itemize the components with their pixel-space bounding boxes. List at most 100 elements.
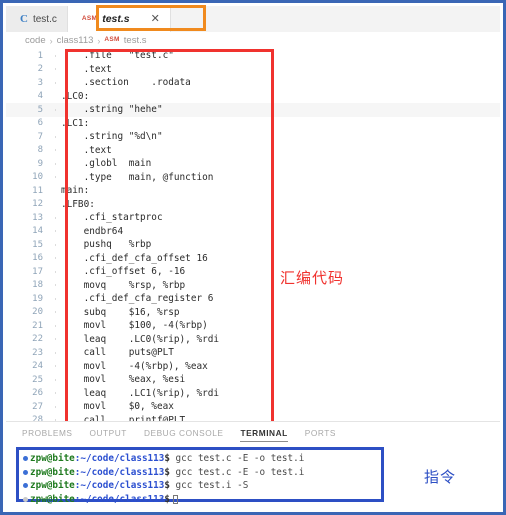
line-number: 27 bbox=[32, 401, 43, 412]
panel-tab-debug-console[interactable]: DEBUG CONSOLE bbox=[144, 428, 224, 441]
code-line[interactable]: 19 .cfi_def_cfa_register 6 bbox=[6, 292, 500, 306]
tab-test-c[interactable]: C test.c bbox=[6, 6, 68, 32]
panel-tab-problems[interactable]: PROBLEMS bbox=[22, 428, 73, 441]
code-line[interactable]: 8 .text bbox=[6, 144, 500, 158]
terminal-prompt: $ bbox=[164, 493, 170, 505]
terminal-path: :~/code/class113 bbox=[74, 493, 165, 505]
terminal-output[interactable]: zpw@bite:~/code/class113 $ gcc test.c -E … bbox=[16, 447, 384, 505]
tab-label: test.c bbox=[32, 13, 57, 25]
line-number: 26 bbox=[32, 388, 43, 399]
command-marker-icon bbox=[21, 469, 30, 475]
code-line[interactable]: 23 call puts@PLT bbox=[6, 346, 500, 360]
code-line[interactable]: 17 .cfi_offset 6, -16 bbox=[6, 265, 500, 279]
line-number: 5 bbox=[37, 104, 43, 115]
panel-tab-terminal[interactable]: TERMINAL bbox=[240, 428, 288, 442]
line-number: 11 bbox=[32, 185, 43, 196]
breadcrumb-item-file[interactable]: test.s bbox=[124, 35, 147, 46]
terminal-command: gcc test.c -E -o test.i bbox=[169, 453, 305, 465]
code-text: .LFB0: bbox=[61, 198, 95, 210]
code-text: .string "%d\n" bbox=[61, 131, 163, 143]
terminal-line: zpw@bite:~/code/class113 $ gcc test.i -S bbox=[21, 479, 381, 493]
code-line[interactable]: 11 main: bbox=[6, 184, 500, 198]
code-text: movl $0, %eax bbox=[61, 401, 174, 413]
code-text: .cfi_def_cfa_register 6 bbox=[61, 293, 214, 305]
annotation-assembly-code: 汇编代码 bbox=[280, 269, 345, 287]
code-line[interactable]: 14 endbr64 bbox=[6, 225, 500, 239]
asm-file-icon: ASM bbox=[104, 36, 120, 43]
code-line[interactable]: 1 .file "test.c" bbox=[6, 49, 500, 63]
code-line[interactable]: 16 .cfi_def_cfa_offset 16 bbox=[6, 252, 500, 266]
terminal-user: zpw@bite bbox=[30, 493, 75, 505]
line-number: 16 bbox=[32, 253, 43, 264]
code-text: call puts@PLT bbox=[61, 347, 174, 359]
code-text: pushq %rbp bbox=[61, 239, 152, 251]
terminal-command: gcc test.i -S bbox=[169, 480, 249, 492]
line-number: 24 bbox=[32, 361, 43, 372]
code-line[interactable]: 10 .type main, @function bbox=[6, 171, 500, 185]
panel-tab-output[interactable]: OUTPUT bbox=[90, 428, 127, 441]
code-line[interactable]: 25 movl %eax, %esi bbox=[6, 373, 500, 387]
command-marker-icon bbox=[21, 496, 30, 502]
terminal-path: :~/code/class113 bbox=[74, 480, 165, 492]
panel-tab-bar: PROBLEMS OUTPUT DEBUG CONSOLE TERMINAL PORTS bbox=[6, 422, 500, 442]
code-line[interactable]: 24 movl -4(%rbp), %eax bbox=[6, 360, 500, 374]
line-number: 9 bbox=[37, 158, 43, 169]
code-line[interactable]: 12 .LFB0: bbox=[6, 198, 500, 212]
code-line[interactable]: 13 .cfi_startproc bbox=[6, 211, 500, 225]
breadcrumb-item-class113[interactable]: class113 bbox=[57, 35, 94, 46]
code-text: .type main, @function bbox=[61, 171, 214, 183]
breadcrumb-item-code[interactable]: code bbox=[25, 35, 46, 46]
line-number: 7 bbox=[37, 131, 43, 142]
line-number: 12 bbox=[32, 199, 43, 210]
code-line[interactable]: 9 .globl main bbox=[6, 157, 500, 171]
code-line[interactable]: 27 movl $0, %eax bbox=[6, 400, 500, 414]
code-line[interactable]: 6 .LC1: bbox=[6, 117, 500, 131]
terminal-path: :~/code/class113 bbox=[74, 453, 165, 465]
code-editor[interactable]: 1 .file "test.c" 2 .text 3 .section .rodat… bbox=[6, 49, 500, 421]
code-line[interactable]: 20 subq $16, %rsp bbox=[6, 306, 500, 320]
code-line[interactable]: 3 .section .rodata bbox=[6, 76, 500, 90]
line-number: 2 bbox=[37, 64, 43, 75]
code-text: .globl main bbox=[61, 158, 152, 170]
terminal-line: zpw@bite:~/code/class113 $ bbox=[21, 493, 381, 507]
chevron-right-icon: › bbox=[49, 35, 53, 46]
line-number: 10 bbox=[32, 172, 43, 183]
code-text: .cfi_startproc bbox=[61, 212, 163, 224]
code-line[interactable]: 18 movq %rsp, %rbp bbox=[6, 279, 500, 293]
code-text: subq $16, %rsp bbox=[61, 306, 180, 318]
code-line[interactable]: 22 leaq .LC0(%rip), %rdi bbox=[6, 333, 500, 347]
panel-tab-ports[interactable]: PORTS bbox=[305, 428, 336, 441]
code-line[interactable]: 2 .text bbox=[6, 63, 500, 77]
code-line[interactable]: 28 call printf@PLT bbox=[6, 414, 500, 421]
terminal-line: zpw@bite:~/code/class113 $ gcc test.c -E … bbox=[21, 452, 381, 466]
code-line[interactable]: 5 .string "hehe" bbox=[6, 103, 500, 117]
line-number: 22 bbox=[32, 334, 43, 345]
code-text: movl $100, -4(%rbp) bbox=[61, 320, 208, 332]
terminal-command: gcc test.c -E -o test.i bbox=[169, 466, 305, 478]
command-marker-icon bbox=[21, 483, 30, 489]
line-number: 17 bbox=[32, 266, 43, 277]
code-text: leaq .LC1(%rip), %rdi bbox=[61, 387, 220, 399]
code-line[interactable]: 15 pushq %rbp bbox=[6, 238, 500, 252]
code-line[interactable]: 7 .string "%d\n" bbox=[6, 130, 500, 144]
line-number: 6 bbox=[37, 118, 43, 129]
asm-file-icon: ASM bbox=[81, 14, 98, 22]
tab-test-s[interactable]: ASM test.s ✕ bbox=[67, 6, 171, 32]
terminal-user: zpw@bite bbox=[30, 453, 75, 465]
terminal-user: zpw@bite bbox=[30, 466, 75, 478]
line-number: 1 bbox=[37, 50, 43, 61]
code-line[interactable]: 26 leaq .LC1(%rip), %rdi bbox=[6, 387, 500, 401]
chevron-right-icon: › bbox=[97, 35, 101, 46]
close-icon[interactable]: ✕ bbox=[151, 13, 160, 25]
code-line[interactable]: 4 .LC0: bbox=[6, 90, 500, 104]
code-line[interactable]: 21 movl $100, -4(%rbp) bbox=[6, 319, 500, 333]
line-number: 3 bbox=[37, 77, 43, 88]
vscode-window: C test.c ASM test.s ✕ code › class113 › … bbox=[0, 0, 506, 515]
command-marker-icon bbox=[21, 456, 30, 462]
terminal-path: :~/code/class113 bbox=[74, 466, 165, 478]
breadcrumb: code › class113 › ASM test.s bbox=[6, 32, 500, 49]
code-text: endbr64 bbox=[61, 225, 124, 237]
line-number: 25 bbox=[32, 374, 43, 385]
tab-label: test.s bbox=[102, 13, 130, 25]
terminal-line: zpw@bite:~/code/class113 $ gcc test.c -E … bbox=[21, 466, 381, 480]
